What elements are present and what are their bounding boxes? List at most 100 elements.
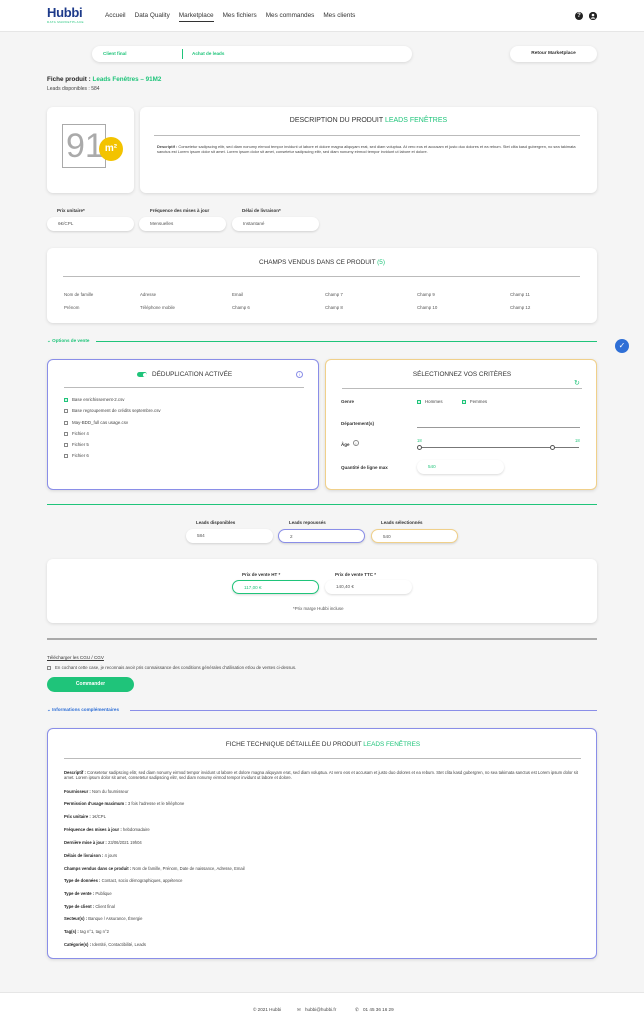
dedup-file-label: Base regroupement de crédits septembre.c… bbox=[72, 408, 161, 413]
champ-item: Téléphone mobile bbox=[140, 305, 175, 310]
genre-hommes[interactable]: Hommes bbox=[417, 399, 443, 404]
checkbox[interactable] bbox=[64, 442, 68, 447]
infos-comp-label: Informations complémentaires bbox=[52, 707, 120, 712]
champs-divider bbox=[63, 276, 580, 277]
fiche-title-prefix: FICHE TECHNIQUE DÉTAILLÉE DU PRODUIT bbox=[225, 741, 362, 748]
phone-icon: ✆ bbox=[355, 1007, 359, 1012]
dedup-file-row[interactable]: Fichier 5 bbox=[64, 442, 89, 447]
champ-item: Prénom bbox=[64, 305, 80, 310]
dedup-title: DÉDUPLICATION ACTIVÉE bbox=[152, 371, 233, 378]
prix-ttc-value: 140,40 € bbox=[325, 580, 412, 594]
fiche-key: Fréquence des mises à jour : bbox=[64, 827, 122, 832]
dedup-file-label: Base enrichissement-2.csv bbox=[72, 397, 125, 402]
fiche-row: Dernière mise à jour : 23/06/2021 19h04 bbox=[64, 840, 584, 845]
age-slider-track[interactable] bbox=[419, 447, 579, 448]
champ-item: Champ 9 bbox=[417, 292, 435, 297]
dedup-file-row[interactable]: Base enrichissement-2.csv bbox=[64, 397, 124, 402]
dedup-toggle[interactable] bbox=[137, 372, 147, 377]
options-vente-line bbox=[96, 341, 597, 342]
champ-item: Champ 11 bbox=[510, 292, 530, 297]
fiche-row: Type de données : Contact, socio démogra… bbox=[64, 878, 584, 883]
dedup-file-row[interactable]: Base regroupement de crédits septembre.c… bbox=[64, 408, 161, 413]
dedup-file-row[interactable]: Fichier 6 bbox=[64, 453, 89, 458]
fiche-key: Délais de livraison : bbox=[64, 853, 104, 858]
checkbox[interactable] bbox=[64, 431, 68, 436]
checkbox[interactable] bbox=[417, 399, 421, 404]
floating-action-icon[interactable]: ✓ bbox=[615, 339, 629, 353]
leads-dispo-value: 584 bbox=[186, 529, 273, 543]
nav-data-quality[interactable]: Data Quality bbox=[135, 12, 170, 22]
criteres-divider bbox=[342, 388, 582, 389]
footer: © 2021 Hubbi ✉ hubbi@hubbi.fr ✆ 01 45 36… bbox=[0, 992, 644, 1024]
product-title: Fiche produit : Leads Fenêtres – 91M2 bbox=[47, 76, 161, 83]
champs-title-prefix: CHAMPS VENDUS DANS CE PRODUIT bbox=[259, 259, 376, 266]
fiche-key: Secteur(s) : bbox=[64, 916, 88, 921]
fiche-value: Nom de famille, Prénom, Date de naissanc… bbox=[132, 866, 245, 871]
fiche-title-accent: LEADS FENÊTRES bbox=[363, 741, 421, 748]
info-icon[interactable]: i bbox=[353, 440, 359, 446]
main-nav: Accueil Data Quality Marketplace Mes fic… bbox=[105, 12, 355, 22]
champ-item: Adresse bbox=[140, 292, 157, 297]
genre-femmes[interactable]: Femmes bbox=[462, 399, 487, 404]
cgu-download-link[interactable]: Télécharger les CGU / CGV bbox=[47, 655, 104, 660]
prix-ht-input[interactable]: 117,00 € bbox=[232, 580, 319, 594]
genre-hommes-label: Hommes bbox=[425, 399, 443, 404]
fiche-row: Tag(s) : tag n°1, tag n°2 bbox=[64, 929, 584, 934]
dedup-file-label: Fichier 6 bbox=[72, 453, 89, 458]
checkbox[interactable] bbox=[64, 420, 68, 425]
tab-client-final[interactable]: Client final bbox=[103, 51, 126, 56]
options-vente-toggle[interactable]: ⌄ Options de vente bbox=[47, 338, 89, 344]
checkbox[interactable] bbox=[64, 397, 68, 402]
retour-marketplace-button[interactable]: Retour Marketplace bbox=[510, 46, 597, 62]
delai-value: Instantané bbox=[232, 217, 319, 231]
description-divider bbox=[154, 135, 580, 136]
nav-accueil[interactable]: Accueil bbox=[105, 12, 126, 22]
nav-mes-commandes[interactable]: Mes commandes bbox=[266, 12, 315, 22]
logo-text: Hubbi bbox=[47, 5, 83, 20]
fiche-value: hebdomadaire bbox=[122, 827, 150, 832]
prix-note: *Prix marge Hubbi incluse bbox=[293, 606, 344, 611]
commander-button[interactable]: Commander bbox=[47, 677, 134, 692]
user-icon[interactable] bbox=[589, 12, 597, 20]
fiche-title: FICHE TECHNIQUE DÉTAILLÉE DU PRODUIT LEA… bbox=[48, 741, 598, 748]
checkbox[interactable] bbox=[64, 453, 68, 458]
nav-mes-clients[interactable]: Mes clients bbox=[323, 12, 355, 22]
nav-marketplace[interactable]: Marketplace bbox=[178, 12, 214, 22]
info-icon[interactable]: i bbox=[296, 371, 303, 378]
reset-icon[interactable]: ↻ bbox=[574, 379, 580, 387]
prix-unitaire-label: Prix unitaire* bbox=[57, 208, 85, 213]
genre-label: Genre bbox=[341, 399, 355, 404]
fiche-key: Type de données : bbox=[64, 878, 101, 883]
departement-label: Département(s) bbox=[341, 421, 375, 426]
checkbox[interactable] bbox=[64, 408, 68, 413]
fiche-row: Prix unitaire : 1€/CPL bbox=[64, 814, 584, 819]
leads-repousses-value: 2 bbox=[278, 529, 365, 543]
hubbi-logo[interactable]: Hubbi DATA MARKETPLACE bbox=[47, 6, 84, 24]
help-icon[interactable]: ? bbox=[575, 12, 583, 20]
infos-comp-toggle[interactable]: ⌄ Informations complémentaires bbox=[47, 707, 119, 713]
description-card: DESCRIPTION DU PRODUIT LEADS FENÊTRES De… bbox=[140, 107, 597, 193]
tab-achat-leads[interactable]: Achat de leads bbox=[192, 51, 224, 56]
footer-phone[interactable]: 01 45 36 16 29 bbox=[363, 1007, 394, 1012]
fiche-value: Publique bbox=[95, 891, 112, 896]
fiche-value: 4 jours bbox=[104, 853, 118, 858]
cgu-consent-row[interactable]: En cochant cette case, je reconnais avoi… bbox=[47, 665, 296, 670]
tab-divider bbox=[182, 49, 183, 59]
checkbox[interactable] bbox=[47, 665, 51, 670]
departement-input[interactable] bbox=[417, 427, 580, 428]
section-divider bbox=[47, 504, 597, 505]
dedup-file-row[interactable]: Fichier 4 bbox=[64, 431, 89, 436]
prix-ht-label: Prix de vente HT * bbox=[242, 572, 281, 577]
checkbox[interactable] bbox=[462, 399, 466, 404]
description-title-accent: LEADS FENÊTRES bbox=[384, 117, 448, 124]
quantite-input[interactable]: 540 bbox=[417, 460, 504, 474]
fiche-key: Tag(s) : bbox=[64, 929, 79, 934]
age-slider-max-handle[interactable] bbox=[549, 445, 555, 450]
champ-item: Champ 10 bbox=[417, 305, 438, 310]
dedup-file-row[interactable]: May-BDD_full cas usage.csv bbox=[64, 420, 128, 425]
footer-email[interactable]: hubbi@hubbi.fr bbox=[305, 1007, 336, 1012]
age-slider-min-handle[interactable] bbox=[417, 445, 422, 450]
fiche-row: Descriptif : Consetetur sadipscing elitr… bbox=[64, 770, 584, 780]
fiche-value: tag n°1, tag n°2 bbox=[79, 929, 109, 934]
nav-mes-fichiers[interactable]: Mes fichiers bbox=[223, 12, 257, 22]
